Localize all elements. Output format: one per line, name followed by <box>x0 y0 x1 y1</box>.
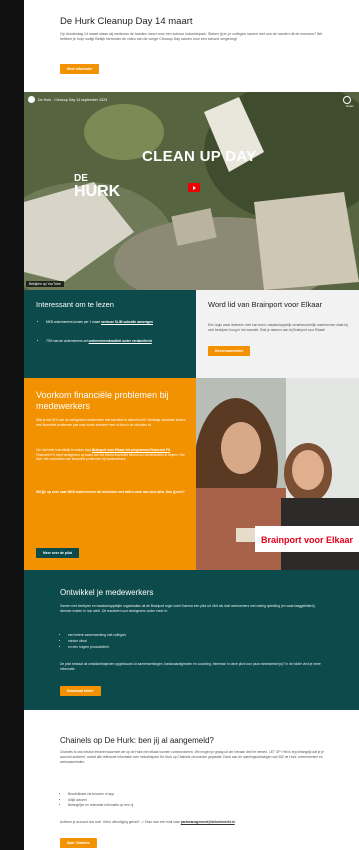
cleanup-body: Op donderdag 14 maart staan wij wederom … <box>60 32 323 42</box>
cleanup-more-info-button[interactable]: Meer informatie <box>60 64 100 74</box>
interest-title: Interessant om te lezen <box>36 300 114 309</box>
cleanup-video[interactable]: De Hurk - Cleanup Day 14 september 2023 … <box>24 92 359 290</box>
parkmanagement-email-link[interactable]: parkmanagement@dehurkwerkt.nl <box>181 820 235 824</box>
brainport-panel: Word lid van Brainport voor Elkaar Een r… <box>196 290 359 378</box>
chainels-title: Chainels op De Hurk: ben jij al aangemel… <box>60 736 214 745</box>
develop-p2: De pilot bestaat uit ontwikkeltrajecten … <box>60 662 321 671</box>
brainport-signup-button[interactable]: Direct aanmelden <box>208 346 251 356</box>
video-headline: CLEAN UP DAY <box>142 148 257 165</box>
download-folder-button[interactable]: Download folder <box>60 686 101 696</box>
financial-p1: Wist je dat 20% van de werkgevers werkne… <box>36 418 186 427</box>
pilot-more-button[interactable]: Meer over de pilot <box>36 548 80 558</box>
share-icon[interactable] <box>343 96 351 104</box>
brainport-banner: Brainport voor Elkaar <box>254 526 359 552</box>
interest-link-1[interactable]: serieuze SLIM subsidie aanvragen <box>101 320 153 324</box>
financial-section: Voorkom financiële problemen bij medewer… <box>24 378 359 570</box>
chainels-p1: Chainels is ons nieuwe intranet waarmee … <box>60 750 324 764</box>
cleanup-title: De Hurk Cleanup Day 14 maart <box>60 16 193 27</box>
watch-on-youtube-button[interactable]: Bekijken op YouTube <box>26 281 64 287</box>
interest-list: MKB ondernemers komen per 1 maart serieu… <box>36 320 186 357</box>
develop-title: Ontwikkel je medewerkers <box>60 588 154 597</box>
share-label[interactable]: Delen <box>346 104 354 108</box>
financial-p2: Om dat beter inzichtelijk te maken start… <box>36 448 185 462</box>
interest-link-2[interactable]: ondernemerskwaliteit onder verdachtheid <box>89 339 152 343</box>
financial-photo: Brainport voor Elkaar <box>196 378 359 570</box>
brainport-body: Een regio waar iedereen mee kan doen: ma… <box>208 323 348 332</box>
financial-title: Voorkom financiële problemen bij medewer… <box>36 390 169 411</box>
list-item: Belangrijke en relevante informatie op e… <box>68 803 133 809</box>
develop-section: Ontwikkel je medewerkers Samen met bedri… <box>24 570 359 710</box>
de-hurk-logo: DE HURK <box>74 173 121 200</box>
chainels-section: Chainels op De Hurk: ben jij al aangemel… <box>24 710 359 850</box>
cleanup-section: De Hurk Cleanup Day 14 maart Op donderda… <box>24 0 359 92</box>
develop-p1: Samen met bedrijven en maatschappelijke … <box>60 604 316 613</box>
financial-panel: Voorkom financiële problemen bij medewer… <box>24 378 196 570</box>
chainels-list: Beschikbaar via browser of app Altijd ac… <box>60 792 133 809</box>
to-chainels-button[interactable]: Naar Chainels <box>60 838 97 848</box>
financial-fit-link[interactable]: Brainport voor Elkaar het programma Fina… <box>92 448 170 452</box>
youtube-play-icon[interactable] <box>188 183 200 192</box>
left-black-margin <box>0 0 24 850</box>
newsletter-page: De Hurk Cleanup Day 14 maart Op donderda… <box>24 0 359 850</box>
list-item: en een hogere productiviteit <box>68 644 126 650</box>
list-item: 70% van de ondernemers zet ondernemerskw… <box>46 339 186 344</box>
interest-brainport-row: Interessant om te lezen MKB ondernemers … <box>24 290 359 378</box>
interest-panel: Interessant om te lezen MKB ondernemers … <box>24 290 196 378</box>
video-header: De Hurk - Cleanup Day 14 september 2023 <box>28 96 107 103</box>
video-title[interactable]: De Hurk - Cleanup Day 14 september 2023 <box>38 98 107 102</box>
chainels-p2: Activeer je account dus snel. Geen uitno… <box>60 820 236 824</box>
channel-logo-icon <box>28 96 35 103</box>
brainport-title: Word lid van Brainport voor Elkaar <box>208 300 323 309</box>
financial-p3: Wil jijn op zoek naar MKB ondernemers di… <box>36 490 185 494</box>
develop-list: een betere samenwerking met collega's mi… <box>60 632 126 650</box>
list-item: MKB ondernemers komen per 1 maart serieu… <box>46 320 186 325</box>
